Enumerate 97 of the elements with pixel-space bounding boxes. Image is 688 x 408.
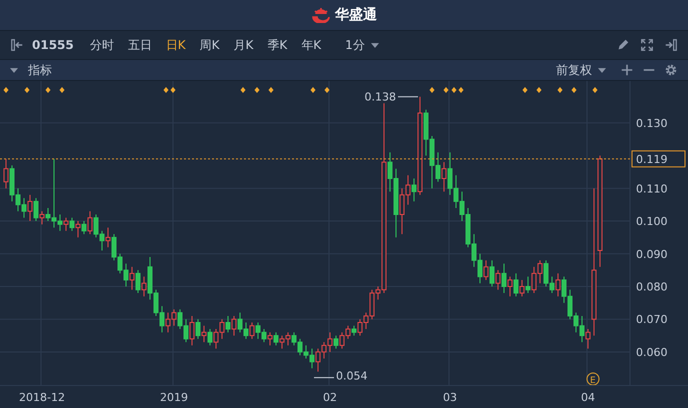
caret-icon xyxy=(370,42,379,48)
price-axis-label: 0.100 xyxy=(636,215,668,228)
candlestick xyxy=(190,315,194,346)
fullscreen-icon[interactable] xyxy=(640,38,654,52)
caret-icon xyxy=(598,68,606,72)
period-tab[interactable]: 年K xyxy=(295,34,328,56)
settings-icon[interactable] xyxy=(664,63,678,77)
collapse-right-icon[interactable] xyxy=(664,38,678,52)
candlestick xyxy=(334,335,338,350)
candlestick xyxy=(196,318,200,340)
candlestick xyxy=(502,263,506,294)
event-marker-icon[interactable] xyxy=(592,87,598,93)
date-axis-label: 2018-12 xyxy=(19,391,65,404)
candlestick xyxy=(88,210,92,235)
candlestick xyxy=(490,260,494,288)
candlestick xyxy=(4,158,8,189)
candlestick xyxy=(274,332,278,346)
date-axis-label: 03 xyxy=(443,391,457,404)
price-axis-label: 0.070 xyxy=(636,313,668,326)
date-axis-label: 04 xyxy=(581,391,595,404)
stock-code: 01555 xyxy=(32,38,74,52)
event-marker-icon[interactable] xyxy=(164,87,168,93)
candlestick xyxy=(520,279,524,297)
event-marker-icon[interactable] xyxy=(572,87,576,93)
candlestick xyxy=(136,270,140,294)
candlestick xyxy=(142,276,146,297)
candlestick xyxy=(64,217,68,232)
period-tab[interactable]: 季K xyxy=(261,34,294,56)
candlestick xyxy=(202,325,206,343)
event-marker-icon[interactable] xyxy=(170,87,176,93)
period-tab[interactable]: 月K xyxy=(228,34,260,56)
date-axis-label: 02 xyxy=(323,391,337,404)
event-marker-icon[interactable] xyxy=(324,87,330,93)
event-marker-icon[interactable] xyxy=(60,87,64,93)
candlestick xyxy=(40,210,44,225)
candlestick xyxy=(70,217,74,232)
event-marker-icon[interactable] xyxy=(4,87,8,93)
period-tab[interactable]: 日K xyxy=(160,34,192,56)
event-marker-icon[interactable] xyxy=(430,87,434,93)
price-axis-label: 0.130 xyxy=(636,116,668,130)
brand-name: 华盛通 xyxy=(335,6,377,24)
event-marker-icon[interactable] xyxy=(24,87,30,93)
event-marker-icon[interactable] xyxy=(458,87,464,93)
event-marker-icon[interactable] xyxy=(522,87,528,93)
high-price-label: 0.138 xyxy=(364,90,396,104)
candlestick xyxy=(34,198,38,222)
pencil-icon[interactable] xyxy=(616,38,630,52)
candlestick xyxy=(232,315,236,336)
date-axis-label: 2019 xyxy=(160,391,188,404)
plus-icon[interactable] xyxy=(620,63,634,77)
current-price-tag xyxy=(632,150,686,168)
event-marker-icon[interactable] xyxy=(240,87,246,93)
price-axis-label: 0.090 xyxy=(636,248,668,261)
event-marker-icon[interactable] xyxy=(444,87,448,93)
candlestick xyxy=(226,315,230,333)
candlestick xyxy=(28,194,32,222)
price-axis-label: 0.080 xyxy=(636,280,668,294)
collapse-left-icon[interactable] xyxy=(10,38,24,52)
event-marker-icon[interactable] xyxy=(452,87,456,93)
leader-line xyxy=(398,96,418,98)
adjust-dropdown[interactable]: 前复权 xyxy=(550,60,612,80)
price-axis-label: 0.110 xyxy=(636,182,668,196)
candlestick xyxy=(208,328,212,346)
event-marker-icon[interactable] xyxy=(558,87,562,93)
low-price-label: 0.054 xyxy=(336,370,368,383)
interval-dropdown[interactable]: 1分 xyxy=(339,34,385,56)
candlestick xyxy=(496,270,500,290)
event-marker-icon[interactable] xyxy=(254,87,260,93)
price-axis-label: 0.060 xyxy=(636,346,668,359)
period-tab[interactable]: 分时 xyxy=(84,34,120,56)
candlestick xyxy=(76,220,80,238)
event-marker-icon[interactable] xyxy=(46,87,50,93)
candlestick xyxy=(268,332,272,346)
period-tab[interactable]: 周K xyxy=(194,34,226,56)
candlestick xyxy=(130,266,134,290)
candlestick xyxy=(526,276,530,294)
event-marker-icon[interactable] xyxy=(310,87,316,93)
logo-icon xyxy=(311,7,331,23)
caret-icon[interactable] xyxy=(10,68,18,72)
indicator-label: 指标 xyxy=(28,62,52,78)
candlestick xyxy=(556,272,560,297)
candlestick xyxy=(514,272,518,297)
candlestick xyxy=(484,260,488,280)
leader-line xyxy=(314,377,334,378)
period-tab[interactable]: 五日 xyxy=(122,34,158,56)
event-marker-icon[interactable] xyxy=(268,87,274,93)
candlestick xyxy=(106,227,110,248)
candlestick xyxy=(412,178,416,202)
event-badge[interactable]: E xyxy=(586,372,600,385)
candlestick xyxy=(508,276,512,297)
candlestick xyxy=(586,328,590,350)
candlestick xyxy=(352,325,356,336)
current-price-label: 0.119 xyxy=(636,152,668,166)
candlestick xyxy=(442,162,446,192)
candlestick xyxy=(250,322,254,340)
event-marker-icon[interactable] xyxy=(536,87,542,93)
candlestick xyxy=(82,220,86,235)
